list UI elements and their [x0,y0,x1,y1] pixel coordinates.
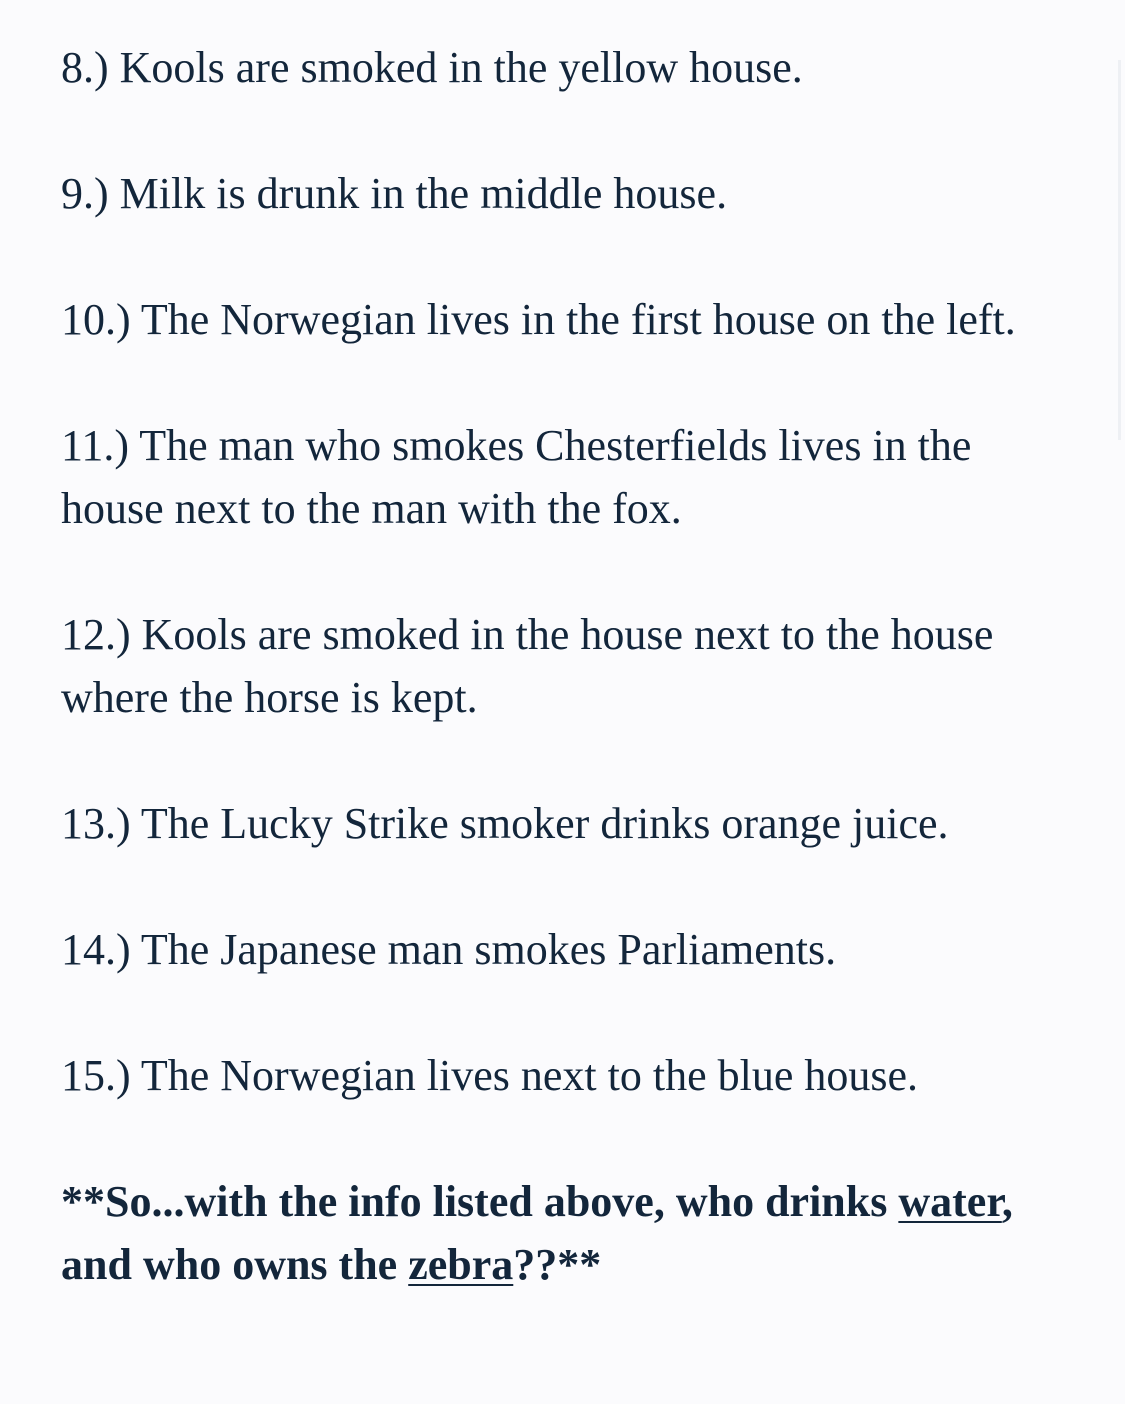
closing-text-part3: ??** [513,1240,602,1289]
clue-number: 11.) [61,421,130,470]
clue-number: 10.) [61,295,131,344]
clue-number: 12.) [61,610,131,659]
clue-text: Kools are smoked in the house next to th… [61,610,994,722]
puzzle-clues-text: 8.) Kools are smoked in the yellow house… [61,36,1081,1296]
clue-text: Kools are smoked in the yellow house. [119,43,803,92]
closing-text-part1: **So...with the info listed above, who d… [61,1177,899,1226]
clue-11: 11.) The man who smokes Chesterfields li… [61,414,1081,540]
clue-number: 15.) [61,1051,131,1100]
clue-12: 12.) Kools are smoked in the house next … [61,603,1081,729]
clue-text: The man who smokes Chesterfields lives i… [61,421,972,533]
clue-text: The Norwegian lives in the first house o… [140,295,1016,344]
clue-15: 15.) The Norwegian lives next to the blu… [61,1044,1081,1107]
clue-number: 9.) [61,169,109,218]
clue-text: The Norwegian lives next to the blue hou… [140,1051,919,1100]
clue-13: 13.) The Lucky Strike smoker drinks oran… [61,792,1081,855]
clue-9: 9.) Milk is drunk in the middle house. [61,162,1081,225]
underlined-word-water: water [898,1177,1002,1226]
clue-number: 14.) [61,925,131,974]
clue-number: 13.) [61,799,131,848]
underlined-word-zebra: zebra [408,1240,514,1289]
clue-14: 14.) The Japanese man smokes Parliaments… [61,918,1081,981]
clue-number: 8.) [61,43,109,92]
clue-text: The Lucky Strike smoker drinks orange ju… [140,799,949,848]
scroll-edge-line [1118,60,1121,440]
clue-8: 8.) Kools are smoked in the yellow house… [61,36,1081,99]
clue-text: The Japanese man smokes Parliaments. [140,925,837,974]
clue-10: 10.) The Norwegian lives in the first ho… [61,288,1081,351]
closing-question: **So...with the info listed above, who d… [61,1170,1081,1296]
clue-text: Milk is drunk in the middle house. [119,169,728,218]
